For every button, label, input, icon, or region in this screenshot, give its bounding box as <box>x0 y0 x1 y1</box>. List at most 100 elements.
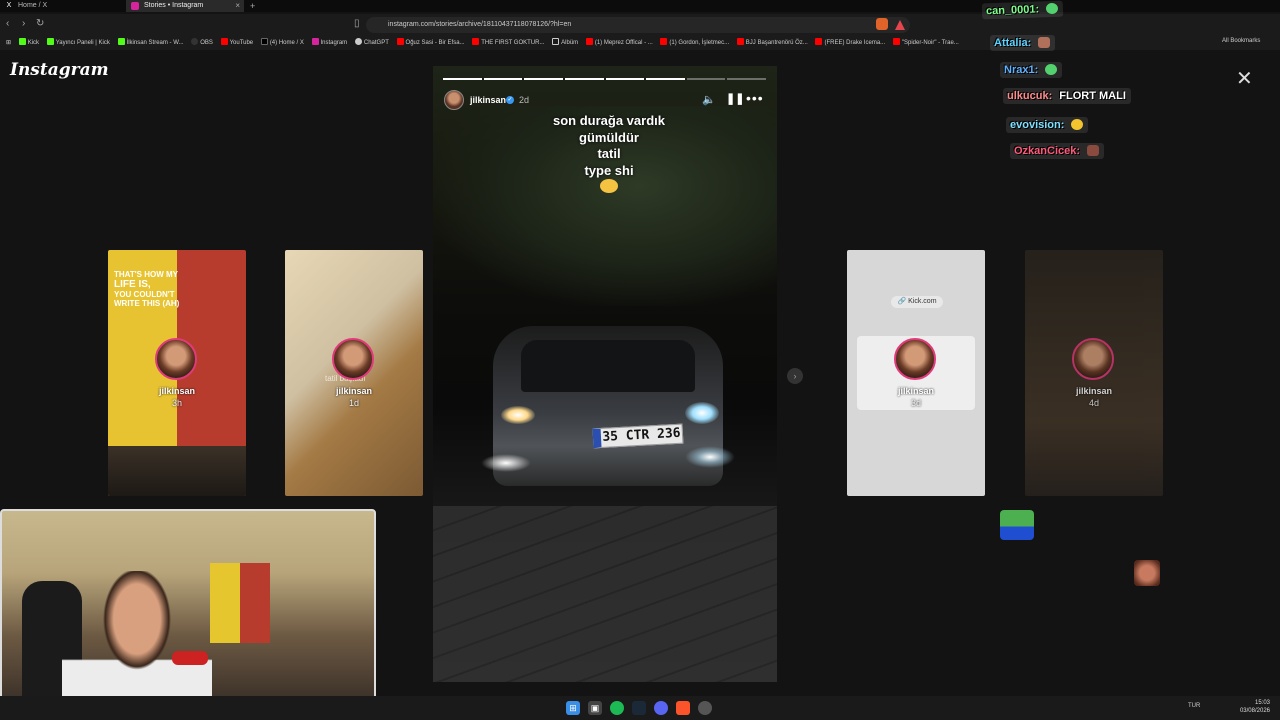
browser-tab-bar: X Home / X Stories • Instagram × + <box>0 0 1280 12</box>
brave-shield-icon[interactable] <box>876 18 888 30</box>
spotify-icon[interactable] <box>610 701 624 715</box>
tab-label: Home / X <box>18 2 48 9</box>
all-bookmarks-button[interactable]: All Bookmarks <box>1222 38 1260 44</box>
progress-segment <box>564 78 604 80</box>
bookmark-item[interactable]: BJJ Başantrenörü Öz... <box>736 36 808 50</box>
tab-label: Stories • Instagram <box>144 2 204 9</box>
bookmark-item[interactable]: ChatGPT <box>354 36 389 50</box>
bookmark-item[interactable]: THE FIRST GOKTUR... <box>472 36 544 50</box>
story-thumbnail[interactable]: tatil başladı jilkinsan 1d <box>285 250 423 496</box>
chat-message: evovision: <box>1006 117 1089 133</box>
chat-username: can_0001: <box>985 3 1040 18</box>
emote-icon <box>1087 145 1100 156</box>
cobblestone-ground <box>433 506 777 682</box>
thumbnail-username: jilkinsan <box>1075 386 1112 396</box>
frog-emote-icon <box>1000 510 1034 540</box>
chat-username: Nrax1: <box>1004 64 1039 76</box>
story-time: 2d <box>519 95 530 105</box>
emote-icon <box>1046 2 1059 15</box>
chat-username: ulkucuk: <box>1007 90 1053 102</box>
system-clock[interactable]: 15:03 03/08/2026 <box>1236 699 1270 715</box>
reload-icon[interactable]: ↻ <box>36 18 44 29</box>
task-view-icon[interactable]: ▣ <box>588 701 602 715</box>
story-thumbnail[interactable]: 🔗 Kick.com jilkinsan 3d <box>847 250 985 496</box>
tab-home-x[interactable]: X Home / X <box>0 0 122 12</box>
microphone <box>172 651 208 665</box>
emote-icon <box>1071 119 1084 130</box>
address-bar[interactable]: instagram.com/stories/archive/1811043711… <box>366 17 910 33</box>
apps-grid-icon[interactable]: ⊞ <box>6 36 11 50</box>
brave-icon[interactable] <box>676 701 690 715</box>
thumbnail-time: 3h <box>171 398 182 408</box>
thumbnail-username: jilkinsan <box>335 386 372 396</box>
speaker-icon[interactable]: 🔈 <box>702 93 716 106</box>
thumbnail-username: jilkinsan <box>897 386 934 396</box>
chat-message: can_0001: <box>981 0 1064 20</box>
progress-segment <box>605 78 645 80</box>
windows-taskbar: ⊞ ▣ TUR 15:03 03/08/2026 <box>0 696 1280 720</box>
steam-icon[interactable] <box>632 701 646 715</box>
link-sticker: 🔗 Kick.com <box>891 296 943 308</box>
bookmark-item[interactable]: (1) Gordon, İşletmec... <box>660 36 729 50</box>
language-indicator[interactable]: TUR <box>1188 703 1200 709</box>
chat-message: OzkanCicek: <box>1010 143 1105 159</box>
face-emote-icon <box>1134 560 1160 586</box>
story-progress-bar <box>443 78 766 80</box>
bookmark-item[interactable]: Instagram <box>311 36 347 50</box>
instagram-icon <box>131 2 139 10</box>
story-thumbnail[interactable]: THAT'S HOW MY LIFE IS, YOU COULDN'T WRIT… <box>108 250 246 496</box>
instagram-logo[interactable]: Instagram <box>10 60 109 80</box>
chat-message: ulkucuk: FLORT MALI <box>1003 88 1131 104</box>
bookmark-item[interactable]: YouTube <box>220 36 253 50</box>
discord-icon[interactable] <box>654 701 668 715</box>
close-icon[interactable]: ✕ <box>1236 66 1253 91</box>
bookmark-icon[interactable]: ▯ <box>354 18 360 29</box>
emote-icon <box>1045 64 1058 75</box>
story-caption: son durağa vardık gümüldür tatil type sh… <box>553 113 665 178</box>
bookmark-item[interactable]: "Spider-Noir" - Trae... <box>892 36 959 50</box>
new-tab-button[interactable]: + <box>250 0 255 12</box>
story-header: jilkinsan ✓ 2d 🔈 ❚❚ ••• <box>444 90 768 110</box>
thumbnail-time: 3d <box>910 398 921 408</box>
webcam-feed <box>0 509 376 720</box>
chat-username: evovision: <box>1010 119 1065 131</box>
next-story-icon[interactable]: › <box>787 368 803 384</box>
avatar <box>894 338 936 380</box>
forward-arrow-icon[interactable]: › <box>22 18 25 29</box>
close-tab-icon[interactable]: × <box>235 0 240 12</box>
progress-segment <box>646 78 685 80</box>
story-thumbnail[interactable]: jilkinsan 4d <box>1025 250 1163 496</box>
progress-segment <box>524 78 563 80</box>
bookmark-item[interactable]: Kick <box>18 36 39 50</box>
verified-badge-icon: ✓ <box>506 96 514 104</box>
bookmark-item[interactable]: (FREE) Drake Icema... <box>815 36 885 50</box>
progress-segment <box>686 78 726 80</box>
car-image: 35 CTR 236 <box>473 306 743 496</box>
story-username[interactable]: jilkinsan <box>470 95 506 105</box>
bookmark-item[interactable]: İlkinsan Stream - W... <box>117 36 184 50</box>
emoji-sticker-icon <box>600 179 618 193</box>
bookmark-item[interactable]: Yayıncı Paneli | Kick <box>46 36 110 50</box>
bookmark-item[interactable]: OBS <box>191 36 213 50</box>
avatar <box>1072 338 1114 380</box>
progress-segment <box>443 78 482 80</box>
tab-instagram-stories[interactable]: Stories • Instagram × <box>126 0 244 12</box>
avatar[interactable] <box>444 90 464 110</box>
more-options-icon[interactable]: ••• <box>746 90 764 106</box>
avatar <box>332 338 374 380</box>
rewards-icon[interactable] <box>894 18 906 30</box>
bookmark-item[interactable]: Albüm <box>552 36 578 50</box>
back-arrow-icon[interactable]: ‹ <box>6 18 9 29</box>
obs-icon[interactable] <box>698 701 712 715</box>
avatar <box>155 338 197 380</box>
bookmark-item[interactable]: (1) Meprez Offical - ... <box>585 36 653 50</box>
url-text: instagram.com/stories/archive/1811043711… <box>388 21 572 28</box>
bookmark-item[interactable]: Oğuz Sasi - Bir Efsa... <box>396 36 465 50</box>
chat-text: FLORT MALI <box>1059 90 1126 102</box>
start-menu-icon[interactable]: ⊞ <box>566 701 580 715</box>
bookmark-item[interactable]: (4) Home / X <box>260 36 304 50</box>
thumbnail-username: jilkinsan <box>158 386 195 396</box>
bookmarks-bar: ⊞ Kick Yayıncı Paneli | Kick İlkinsan St… <box>0 36 1280 50</box>
chat-message: Attalia: <box>990 35 1056 51</box>
pause-icon[interactable]: ❚❚ <box>726 92 744 105</box>
